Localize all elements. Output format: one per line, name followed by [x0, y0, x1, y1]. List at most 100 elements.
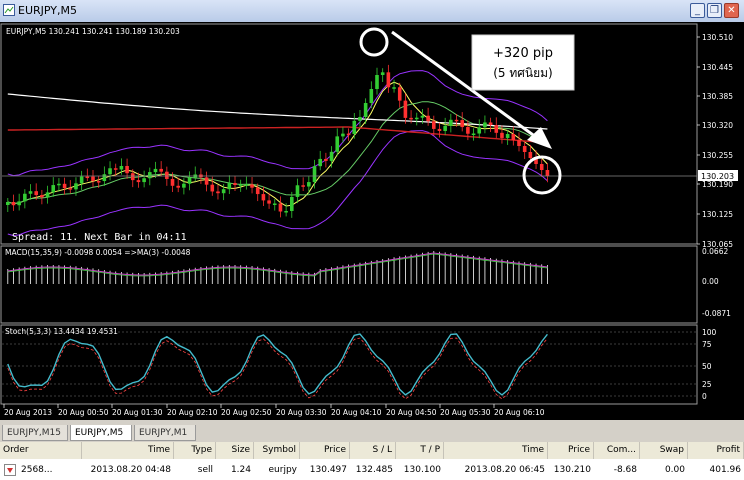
candle-body: [250, 184, 254, 188]
stoch-main-line: [7, 333, 548, 396]
candle-body: [477, 127, 482, 134]
window-title: EURJPY,M5: [18, 4, 77, 17]
chart-tabs-bar: EURJPY,M15 EURJPY,M5 EURJPY,M1: [0, 424, 744, 442]
macd-panel-frame: [0, 245, 698, 324]
close-button[interactable]: ✕: [724, 3, 739, 18]
candle-body: [426, 115, 430, 122]
candle-body: [119, 165, 124, 170]
spread-status-text: Spread: 11. Next Bar in 04:11: [12, 232, 187, 243]
candle-body: [6, 202, 10, 205]
time-axis-label: 20 Aug 01:30: [112, 408, 163, 417]
cell-swap: 0.00: [664, 465, 685, 475]
restore-button[interactable]: ❐: [707, 3, 722, 18]
candle-body: [409, 117, 413, 120]
stoch-header: Stoch(5,3,3) 13.4434 19.4531: [5, 327, 118, 336]
cell-open-price: 130.497: [309, 465, 347, 475]
ma-fast-line: [7, 81, 548, 207]
col-profit[interactable]: Profit: [688, 442, 744, 459]
candle-body: [324, 158, 328, 161]
candle-body: [443, 125, 447, 131]
candle-body: [153, 168, 158, 173]
candle-body: [454, 119, 459, 122]
time-axis-label: 20 Aug 02:10: [167, 408, 218, 417]
candle-body: [346, 133, 351, 136]
candle-body: [85, 176, 90, 179]
candle-body: [392, 87, 396, 89]
candle-body: [517, 140, 521, 146]
candle-body: [51, 185, 56, 193]
candle-body: [397, 87, 402, 101]
price-axis-label: 130.255: [702, 151, 733, 160]
tab-eurjpy-m5[interactable]: EURJPY,M5: [70, 425, 132, 441]
col-close-price[interactable]: Price: [548, 442, 594, 459]
pip-callout-line2: (5 ทศนิยม): [493, 66, 552, 80]
time-axis-label: 20 Aug 06:10: [494, 408, 545, 417]
chart-area[interactable]: 130.203 EURJPY,M5 130.241 130.241 130.18…: [0, 22, 744, 420]
col-take-profit[interactable]: T / P: [396, 442, 444, 459]
main-chart-header: EURJPY,M5 130.241 130.241 130.189 130.20…: [6, 27, 180, 36]
pip-callout-line1: +320 pip: [493, 46, 553, 61]
time-axis-label: 20 Aug 02:50: [221, 408, 272, 417]
tab-eurjpy-m15[interactable]: EURJPY,M15: [2, 425, 68, 441]
col-size[interactable]: Size: [216, 442, 254, 459]
col-swap[interactable]: Swap: [640, 442, 688, 459]
macd-axis-label: -0.0871: [702, 309, 731, 318]
col-commission[interactable]: Com...: [594, 442, 640, 459]
col-open-price[interactable]: Price: [300, 442, 350, 459]
candle-body: [369, 89, 374, 103]
candle-body: [386, 72, 391, 88]
price-axis-label: 130.510: [702, 33, 733, 42]
candle-body: [329, 151, 334, 161]
tab-eurjpy-m1[interactable]: EURJPY,M1: [134, 425, 196, 441]
candle-body: [539, 164, 544, 170]
sell-order-icon: [4, 464, 16, 476]
candle-body: [170, 178, 175, 186]
price-axis-label: 130.320: [702, 121, 733, 130]
macd-axis-label: 0.00: [702, 277, 719, 286]
candle-body: [227, 183, 232, 190]
col-stop-loss[interactable]: S / L: [350, 442, 396, 459]
price-axis-label: 130.445: [702, 63, 733, 72]
minimize-button[interactable]: _: [690, 3, 705, 18]
candle-body: [102, 174, 107, 182]
candle-body: [136, 180, 141, 183]
candle-body: [34, 191, 38, 196]
macd-header: MACD(15,35,9) -0.0098 0.0054 =>MA(3) -0.…: [5, 248, 191, 257]
stoch-panel-frame: [0, 324, 698, 405]
pip-callout-box: [471, 34, 575, 91]
candle-body: [307, 182, 311, 187]
candle-body: [233, 183, 237, 185]
candle-body: [108, 168, 112, 175]
col-symbol[interactable]: Symbol: [254, 442, 300, 459]
time-axis-label: 20 Aug 00:50: [58, 408, 109, 417]
candle-body: [17, 201, 21, 206]
price-axis-label: 130.190: [702, 180, 733, 189]
candle-body: [182, 183, 186, 188]
time-axis-label: 20 Aug 05:30: [440, 408, 491, 417]
candle-body: [545, 170, 550, 176]
candle-body: [142, 178, 146, 183]
candle-body: [187, 177, 192, 184]
time-axis-label: 20 Aug 04:10: [331, 408, 382, 417]
candle-body: [272, 203, 277, 205]
candle-body: [221, 189, 226, 194]
candle-body: [511, 134, 516, 140]
candle-body: [312, 166, 317, 183]
stoch-axis-label: 100: [702, 328, 717, 337]
stoch-signal-line: [7, 337, 548, 400]
col-close-time[interactable]: Time: [444, 442, 548, 459]
col-type[interactable]: Type: [174, 442, 216, 459]
cell-order: 2568...: [21, 465, 53, 475]
candle-body: [113, 168, 118, 170]
ma-long-white-line: [7, 93, 548, 130]
candle-body: [165, 171, 169, 179]
candle-body: [62, 183, 67, 189]
stoch-axis-label: 0: [702, 392, 707, 401]
time-axis-label: 20 Aug 03:30: [276, 408, 327, 417]
candle-body: [380, 72, 385, 75]
candle-body: [278, 203, 283, 212]
candle-body: [11, 202, 16, 206]
candle-body: [40, 195, 44, 198]
col-open-time[interactable]: Time: [82, 442, 174, 459]
candle-body: [403, 100, 408, 118]
